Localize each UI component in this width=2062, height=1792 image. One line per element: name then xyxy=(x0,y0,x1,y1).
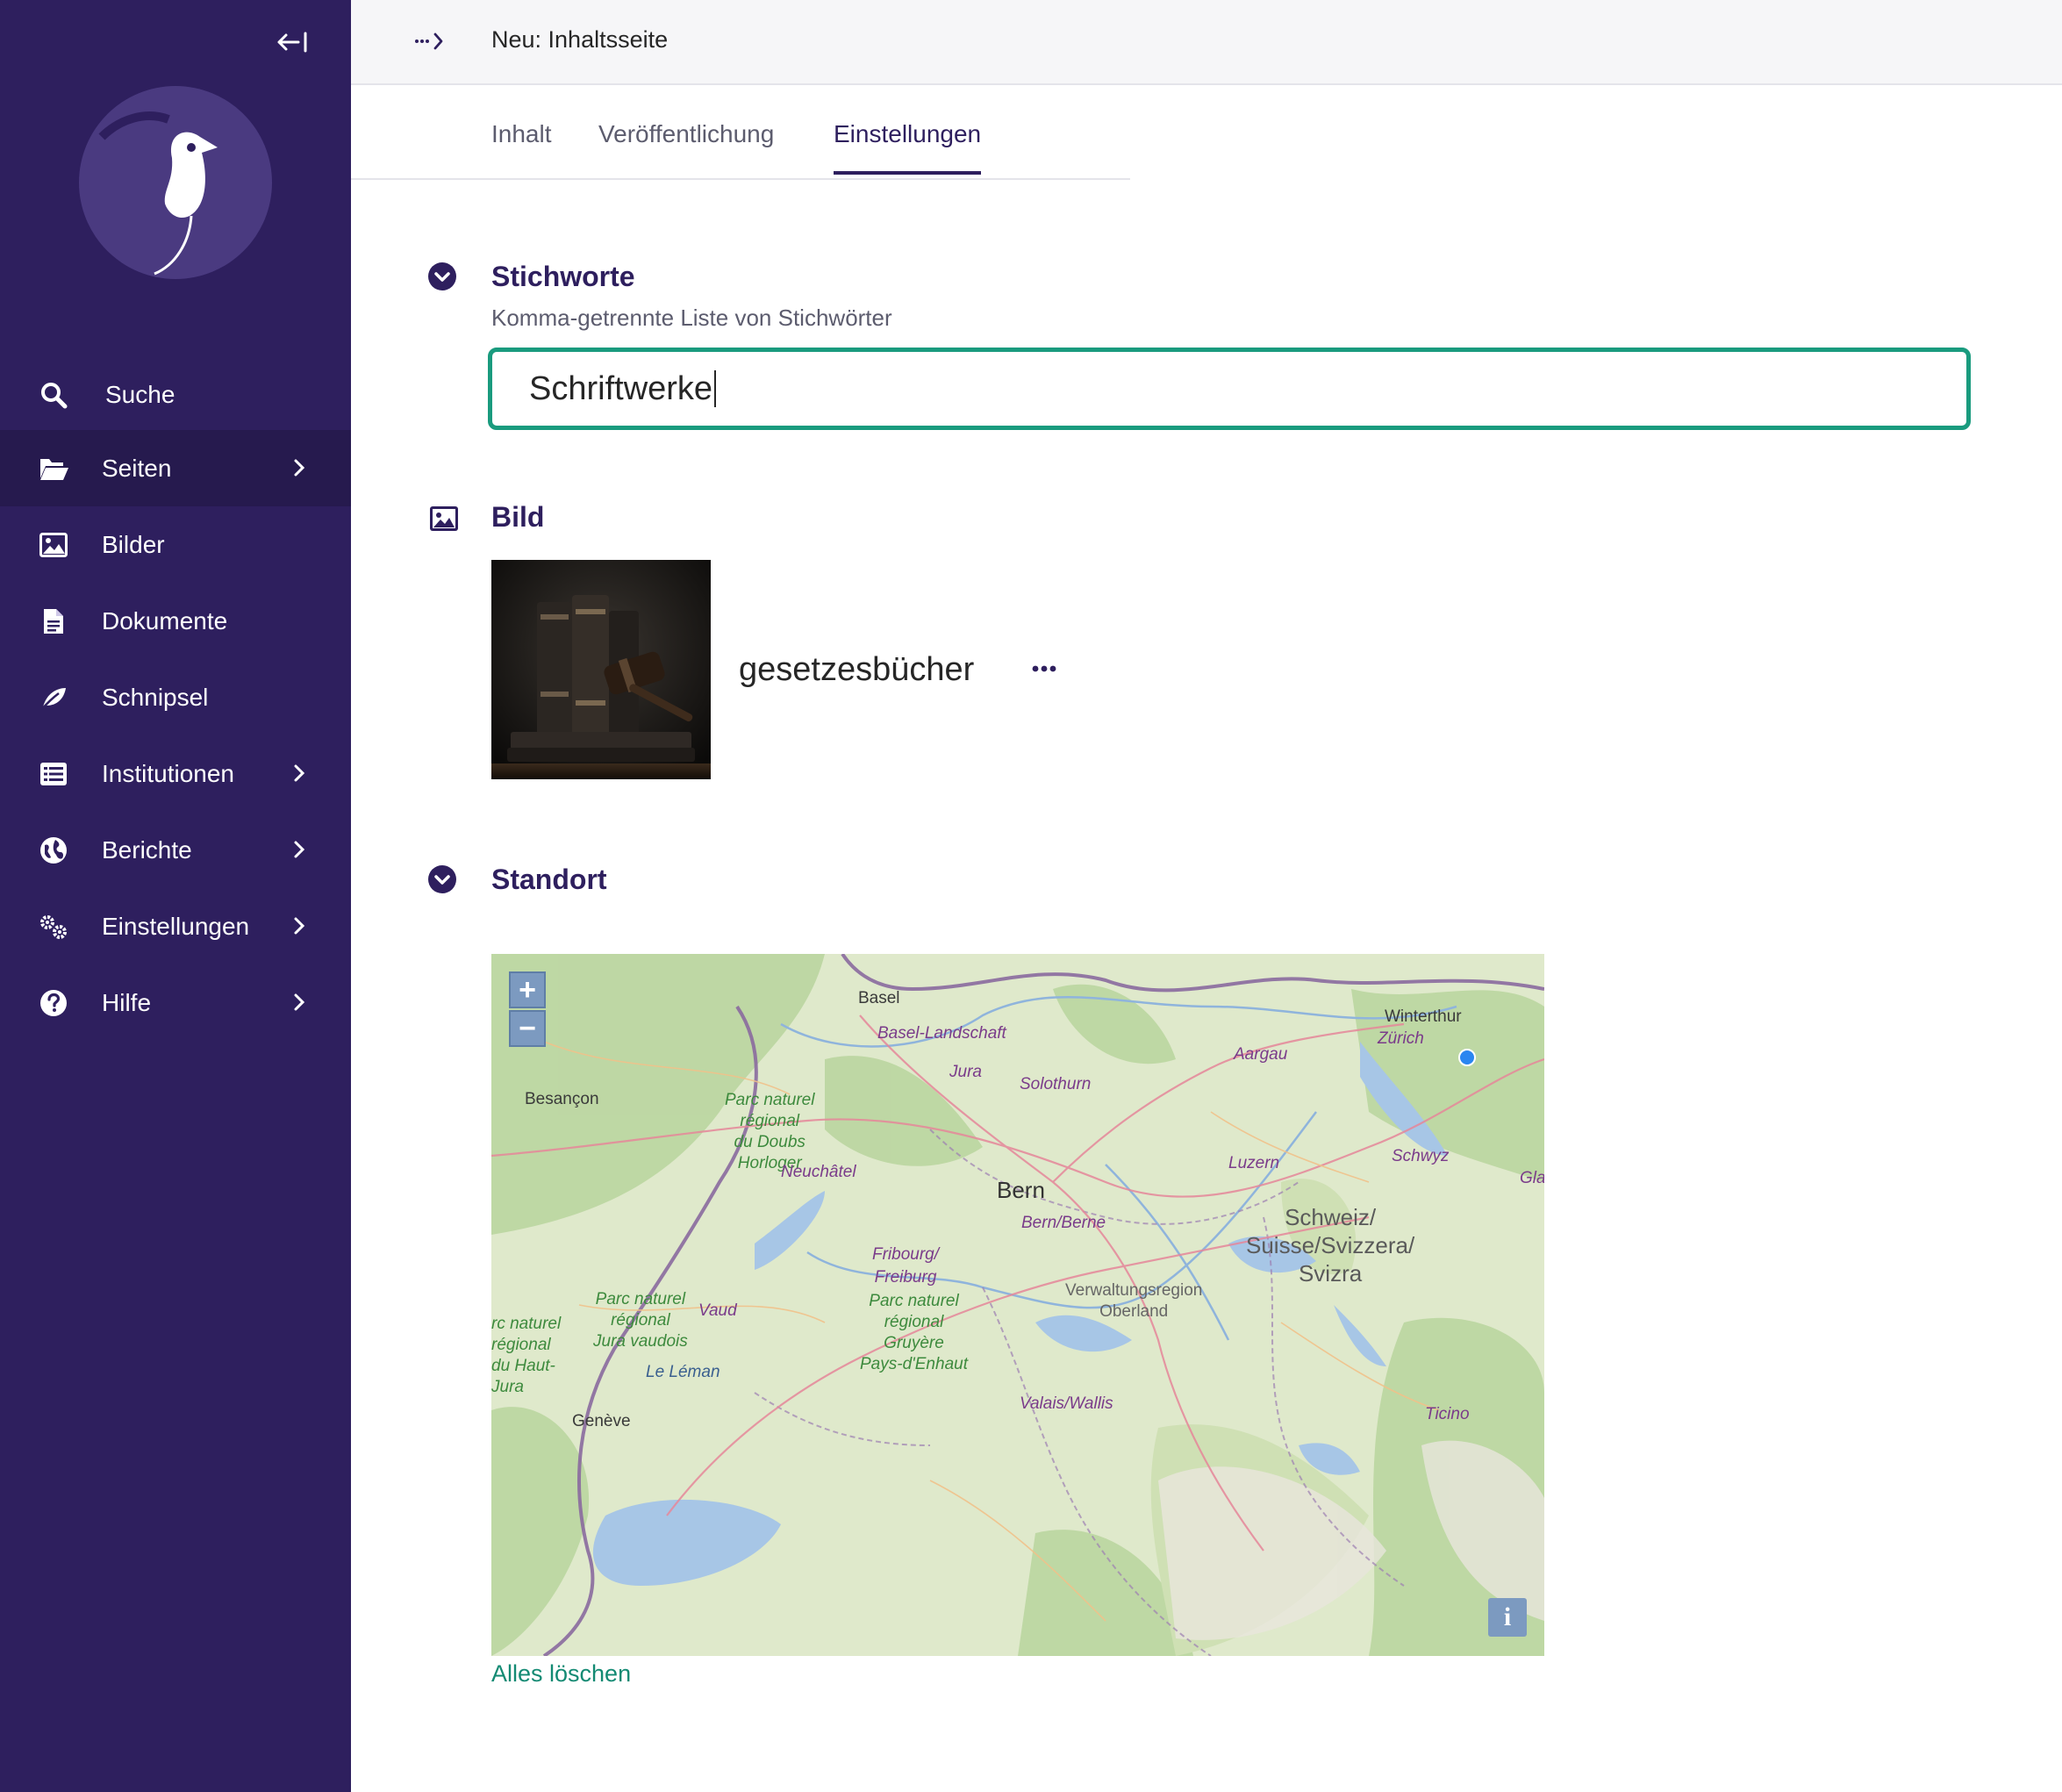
section-title-standort: Standort xyxy=(491,864,607,895)
collapse-arrow-icon xyxy=(277,32,307,53)
document-icon xyxy=(39,606,68,636)
snippet-icon xyxy=(39,683,68,713)
map-label-le-leman: Le Léman xyxy=(646,1363,720,1381)
chevron-right-icon xyxy=(294,459,305,477)
sidebar-item-institutionen[interactable]: Institutionen xyxy=(0,735,351,812)
sidebar-item-schnipsel[interactable]: Schnipsel xyxy=(0,659,351,735)
sidebar-item-berichte[interactable]: Berichte xyxy=(0,812,351,888)
sidebar-item-label: Hilfe xyxy=(102,988,152,1016)
sidebar-item-label: Bilder xyxy=(102,530,165,558)
bird-logo-icon xyxy=(79,86,272,279)
page-header: Neu: Inhaltsseite xyxy=(351,0,2062,85)
map-label-basel-landschaft: Basel-Landschaft xyxy=(877,1024,1006,1043)
breadcrumb-toggle-button[interactable] xyxy=(412,26,449,56)
map-label-luzern: Luzern xyxy=(1228,1154,1280,1172)
sidebar: Suche Seiten Bilder Dokumente Schnipsel … xyxy=(0,0,351,1792)
location-map[interactable]: Basel Basel-Landschaft Winterthur Zürich… xyxy=(491,954,1544,1656)
tab-veroeffentlichung[interactable]: Veröffentlichung xyxy=(598,120,774,171)
map-label-park-jura-vaudois: Parc naturel régional Jura vaudois xyxy=(593,1290,688,1351)
sidebar-item-einstellungen[interactable]: Einstellungen xyxy=(0,888,351,964)
sidebar-item-label: Seiten xyxy=(102,454,172,482)
sidebar-item-hilfe[interactable]: Hilfe xyxy=(0,964,351,1041)
image-title: gesetzesbücher xyxy=(739,651,975,688)
map-label-oberland: Verwaltungsregion Oberland xyxy=(1065,1281,1203,1321)
clear-location-link[interactable]: Alles löschen xyxy=(491,1660,631,1688)
collapse-section-icon[interactable] xyxy=(427,262,457,291)
image-section-icon xyxy=(430,506,458,531)
map-label-besancon: Besançon xyxy=(525,1090,599,1108)
image-actions-button[interactable] xyxy=(1025,656,1063,681)
map-label-jura: Jura xyxy=(949,1063,982,1081)
cogs-icon xyxy=(39,912,68,942)
search-icon xyxy=(39,380,68,410)
image-thumbnail[interactable] xyxy=(491,560,711,779)
map-label-geneve: Genève xyxy=(572,1412,631,1430)
tags-input-value: Schriftwerke xyxy=(529,369,713,407)
text-caret xyxy=(714,370,717,407)
breadcrumb-expand-icon xyxy=(415,32,443,50)
editor-tabs: Inhalt Veröffentlichung Einstellungen xyxy=(351,85,1130,180)
map-label-ticino: Ticino xyxy=(1425,1405,1470,1423)
map-label-neuchatel: Neuchâtel xyxy=(781,1163,856,1181)
folder-open-icon xyxy=(39,454,68,484)
collapse-sidebar-button[interactable] xyxy=(274,25,312,60)
field-help-text: Komma-getrennte Liste von Stichwörter xyxy=(491,305,892,331)
help-icon xyxy=(39,988,68,1018)
more-dots-icon xyxy=(1032,665,1056,672)
sidebar-item-label: Suche xyxy=(105,381,175,408)
map-label-park-doubs: Parc naturel régional du Doubs Horloger xyxy=(725,1091,815,1172)
map-zoom-controls: + − xyxy=(509,971,546,1047)
map-label-glarus: Gla xyxy=(1520,1169,1544,1187)
law-books-gavel-image xyxy=(491,560,711,779)
map-label-bern-berne: Bern/Berne xyxy=(1021,1214,1106,1232)
sidebar-item-label: Dokumente xyxy=(102,606,228,634)
section-title-stichworte: Stichworte xyxy=(491,261,635,292)
collapse-section-icon[interactable] xyxy=(427,864,457,894)
map-label-schwyz: Schwyz xyxy=(1392,1147,1450,1165)
map-label-fribourg: Fribourg/ Freiburg xyxy=(872,1245,940,1287)
map-label-bern: Bern xyxy=(997,1177,1045,1203)
main-nav: Suche Seiten Bilder Dokumente Schnipsel … xyxy=(0,360,351,1041)
map-label-aargau: Aargau xyxy=(1234,1045,1288,1064)
zoom-out-button[interactable]: − xyxy=(509,1010,546,1047)
page-title: Neu: Inhaltsseite xyxy=(491,26,669,53)
image-icon xyxy=(39,530,68,560)
sidebar-item-label: Institutionen xyxy=(102,759,234,787)
chevron-right-icon xyxy=(294,841,305,858)
map-label-vaud: Vaud xyxy=(698,1301,737,1320)
sidebar-item-label: Einstellungen xyxy=(102,912,250,940)
list-icon xyxy=(39,759,68,789)
map-label-park-gruyere: Parc naturel régional Gruyère Pays-d'Enh… xyxy=(860,1292,968,1373)
tab-einstellungen[interactable]: Einstellungen xyxy=(834,120,982,175)
globe-icon xyxy=(39,835,68,865)
map-label-winterthur: Winterthur xyxy=(1385,1007,1462,1026)
map-label-solothurn: Solothurn xyxy=(1020,1075,1092,1093)
section-title-bild: Bild xyxy=(491,501,545,533)
map-label-schweiz: Schweiz/ Suisse/Svizzera/ Svizra xyxy=(1246,1204,1415,1287)
sidebar-item-bilder[interactable]: Bilder xyxy=(0,506,351,583)
chevron-right-icon xyxy=(294,764,305,782)
map-info-button[interactable]: i xyxy=(1488,1598,1527,1637)
tab-inhalt[interactable]: Inhalt xyxy=(491,120,552,171)
sidebar-item-seiten[interactable]: Seiten xyxy=(0,430,351,506)
wagtail-logo[interactable] xyxy=(77,84,274,281)
sidebar-item-label: Schnipsel xyxy=(102,683,209,711)
map-label-valais: Valais/Wallis xyxy=(1020,1394,1113,1413)
map-label-basel: Basel xyxy=(858,989,900,1007)
sidebar-item-dokumente[interactable]: Dokumente xyxy=(0,583,351,659)
sidebar-item-label: Berichte xyxy=(102,835,192,864)
zoom-in-button[interactable]: + xyxy=(509,971,546,1008)
map-label-zurich: Zürich xyxy=(1378,1029,1424,1048)
chevron-right-icon xyxy=(294,917,305,935)
chevron-right-icon xyxy=(294,993,305,1011)
sidebar-item-suche[interactable]: Suche xyxy=(0,360,351,430)
map-label-park-haut-jura: rc naturel régional du Haut- Jura xyxy=(491,1315,562,1396)
tags-input[interactable]: Schriftwerke xyxy=(488,348,1971,430)
